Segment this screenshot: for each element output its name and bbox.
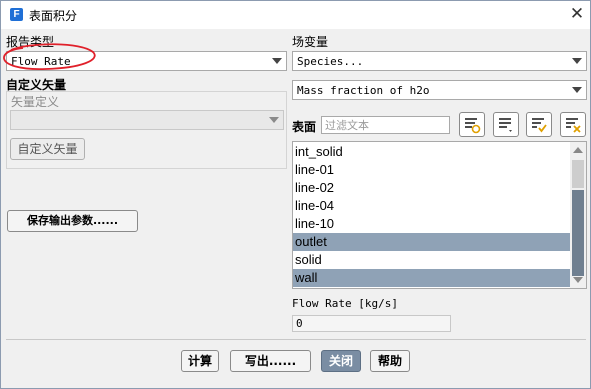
list-item[interactable]: outlet [293,233,570,251]
list-options-button[interactable] [493,112,519,137]
clear-list-icon [566,118,581,133]
vector-definition-select[interactable] [10,110,284,130]
close-icon[interactable]: ✕ [569,4,585,24]
custom-vector-button[interactable]: 自定义矢量 [10,138,85,160]
clear-list-button[interactable] [560,112,586,137]
dropdown-arrow-icon [572,58,582,64]
field-category-value: Species... [297,55,364,68]
select-all-button[interactable] [459,112,485,137]
list-item[interactable]: solid [293,251,570,269]
check-list-icon [532,118,547,133]
list-item[interactable]: wall [293,269,570,287]
vector-definition-label: 矢量定义 [11,95,60,109]
scroll-up-icon[interactable] [573,147,583,153]
list-item[interactable]: line-04 [293,197,570,215]
result-value-field: 0 [292,315,451,332]
dropdown-arrow-icon [572,87,582,93]
surface-label: 表面 [292,120,317,134]
select-all-icon [465,118,481,134]
write-button[interactable]: 写出...... [230,350,311,372]
window-title: 表面积分 [29,9,78,23]
surface-list[interactable]: int_solid line-01 line-02 line-04 line-1… [292,141,587,289]
dropdown-arrow-icon [272,58,282,64]
surface-integral-dialog: F 表面积分 ✕ 报告类型 Flow Rate 自定义矢量 矢量定义 自定义矢量… [0,0,591,389]
list-item[interactable]: line-01 [293,161,570,179]
report-type-value: Flow Rate [11,55,71,68]
scrollbar-thumb[interactable] [572,160,584,188]
filter-text-input[interactable] [322,117,446,133]
deselect-all-icon [499,118,512,132]
title-bar: F 表面积分 ✕ [1,1,590,29]
save-output-params-button[interactable]: 保存输出参数...... [7,210,138,232]
result-label: Flow Rate [kg/s] [292,297,398,310]
list-scrollbar[interactable] [570,142,586,288]
field-category-select[interactable]: Species... [292,51,587,71]
report-type-label: 报告类型 [6,35,55,49]
field-variable-label: 场变量 [292,35,329,49]
scrollbar-track [572,190,584,276]
list-item[interactable]: line-10 [293,215,570,233]
scroll-down-icon[interactable] [573,277,583,283]
dropdown-arrow-icon [269,117,279,123]
field-variable-value: Mass fraction of h2o [297,84,430,97]
app-icon: F [10,8,23,21]
footer-divider [6,339,586,340]
close-button[interactable]: 关闭 [321,350,361,372]
compute-button[interactable]: 计算 [181,350,219,372]
filter-text-field[interactable] [321,116,450,134]
list-item[interactable]: line-02 [293,179,570,197]
field-variable-select[interactable]: Mass fraction of h2o [292,80,587,100]
report-type-select[interactable]: Flow Rate [6,51,287,71]
check-list-button[interactable] [526,112,552,137]
list-item[interactable]: int_solid [293,143,570,161]
help-button[interactable]: 帮助 [370,350,410,372]
